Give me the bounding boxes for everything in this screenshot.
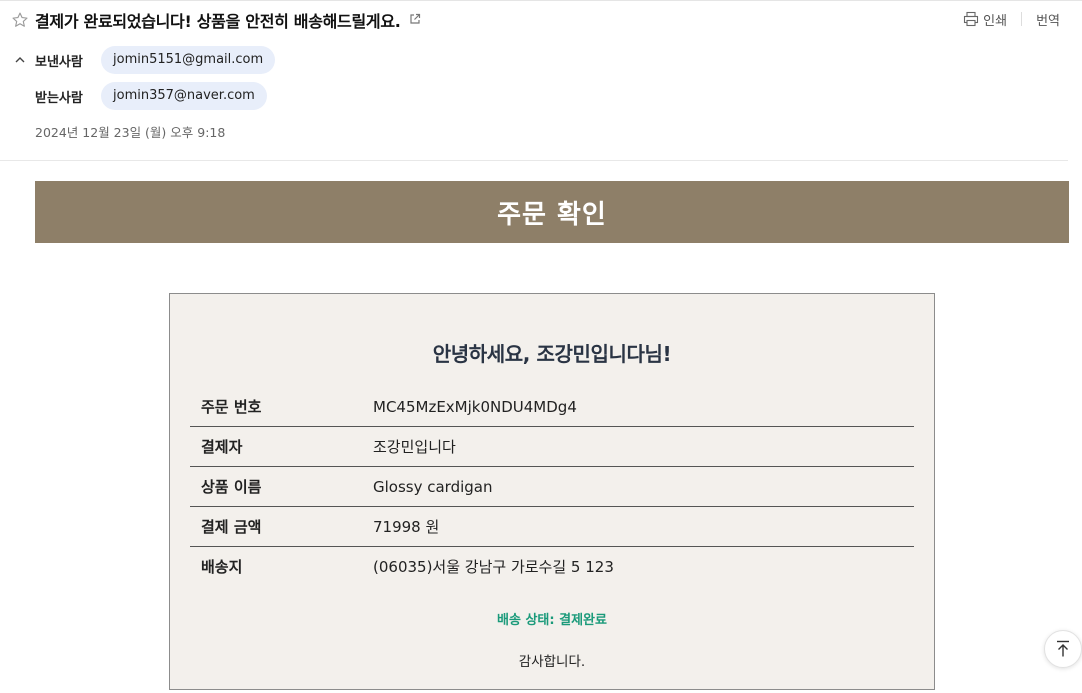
printer-icon (964, 11, 979, 27)
payer-label: 결제자 (190, 426, 373, 467)
subject-row: 결제가 완료되었습니다! 상품을 안전히 배송해드릴게요. (10, 8, 423, 32)
sender-label: 보낸사람 (35, 54, 83, 70)
recipient-chip[interactable]: jomin357@naver.com (101, 82, 267, 110)
arrow-to-top-icon (1057, 640, 1069, 657)
header-divider (0, 160, 1068, 161)
thanks-text: 감사합니다. (518, 654, 586, 670)
recipient-row: 받는사람 jomin357@naver.com (14, 82, 275, 110)
table-row: 상품 이름 Glossy cardigan (190, 466, 914, 507)
payer-value: 조강민입니다 (373, 426, 914, 467)
address-label: 배송지 (190, 546, 373, 586)
greeting: 안녕하세요, 조강민입니다님! (432, 342, 672, 366)
action-divider (1021, 12, 1023, 26)
chevron-up-icon[interactable] (14, 54, 26, 66)
print-button[interactable]: 인쇄 (963, 10, 1007, 29)
table-row: 배송지 (06035)서울 강남구 가로수길 5 123 (190, 546, 914, 586)
order-info-table: 주문 번호 MC45MzExMjk0NDU4MDg4 결제자 조강민입니다 상품… (190, 387, 914, 586)
print-label: 인쇄 (983, 13, 1008, 29)
mail-date: 2024년 12월 23일 (월) 오후 9:18 (35, 125, 226, 140)
email-banner: 주문 확인 (35, 181, 1069, 243)
mail-meta: 보낸사람 jomin5151@gmail.com 받는사람 jomin357@n… (14, 46, 276, 118)
mail-subject: 결제가 완료되었습니다! 상품을 안전히 배송해드릴게요. (35, 12, 401, 31)
product-name-label: 상품 이름 (190, 466, 373, 507)
recipient-label: 받는사람 (35, 90, 83, 106)
table-row: 주문 번호 MC45MzExMjk0NDU4MDg4 (190, 387, 914, 427)
amount-value: 71998 원 (373, 506, 914, 547)
order-card: 안녕하세요, 조강민입니다님! 주문 번호 MC45MzExMjk0NDU4MD… (169, 293, 935, 690)
top-border (0, 0, 1082, 1)
top-actions: 인쇄 번역 (963, 8, 1060, 30)
delivery-status: 배송 상태: 결제완료 (497, 613, 607, 628)
address-value: (06035)서울 강남구 가로수길 5 123 (373, 546, 914, 586)
order-number-value: MC45MzExMjk0NDU4MDg4 (373, 397, 577, 416)
table-row: 결제자 조강민입니다 (190, 426, 914, 467)
amount-label: 결제 금액 (190, 506, 373, 547)
sender-chip[interactable]: jomin5151@gmail.com (101, 46, 276, 74)
order-number-label: 주문 번호 (201, 398, 262, 416)
external-link-icon[interactable] (409, 13, 423, 27)
translate-button[interactable]: 번역 (1036, 10, 1060, 29)
star-icon[interactable] (10, 10, 30, 30)
table-row: 결제 금액 71998 원 (190, 506, 914, 547)
product-name-value: Glossy cardigan (373, 466, 914, 507)
scroll-to-top-button[interactable] (1044, 630, 1082, 668)
banner-title: 주문 확인 (497, 199, 607, 230)
sender-row: 보낸사람 jomin5151@gmail.com (14, 46, 276, 74)
